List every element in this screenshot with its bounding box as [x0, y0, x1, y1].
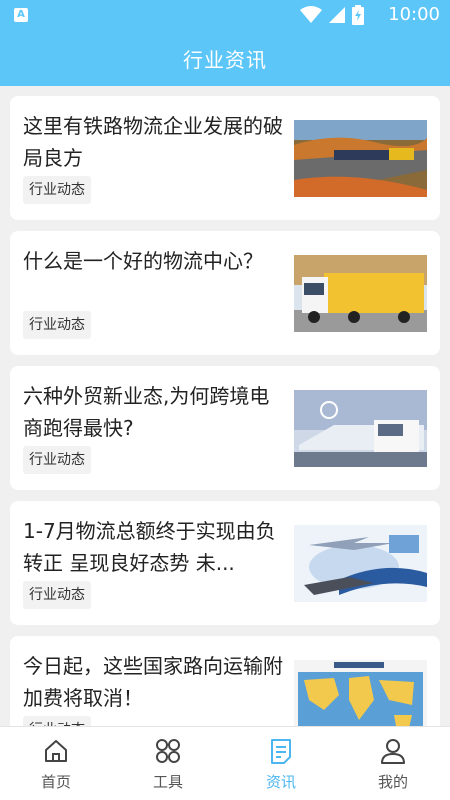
battery-icon: [352, 5, 364, 25]
news-icon: [271, 739, 291, 764]
news-card[interactable]: 这里有铁路物流企业发展的破局良方 行业动态: [10, 96, 440, 220]
news-title: 什么是一个好的物流中心？: [23, 249, 263, 273]
news-title: 今日起，这些国家路向运输附加费将取消！: [23, 654, 283, 710]
tab-home[interactable]: 首页: [0, 727, 112, 800]
train-thumbnail: [294, 120, 427, 197]
profile-icon: [381, 739, 405, 764]
tab-profile[interactable]: 我的: [337, 727, 449, 800]
signal-icon: [329, 7, 345, 23]
app-header: A 10:00 行业资讯: [0, 0, 450, 86]
transport-collage-thumbnail: [294, 525, 427, 602]
news-list[interactable]: 这里有铁路物流企业发展的破局良方 行业动态 什么是一个好的物流中心？ 行业动态 …: [0, 86, 450, 726]
news-title: 这里有铁路物流企业发展的破局良方: [23, 114, 283, 170]
news-title: 1-7月物流总额终于实现由负转正 呈现良好态势 未...: [23, 519, 276, 575]
news-card[interactable]: 1-7月物流总额终于实现由负转正 呈现良好态势 未... 行业动态: [10, 501, 440, 625]
home-icon: [45, 740, 67, 762]
truck-fleet-thumbnail: [294, 390, 427, 467]
tab-profile-label: 我的: [377, 773, 408, 791]
news-tag: 行业动态: [23, 176, 91, 204]
grid-icon: [156, 739, 180, 763]
news-tag: 行业动态: [23, 581, 91, 609]
tab-home-label: 首页: [40, 773, 71, 791]
news-tag: 行业动态: [23, 716, 91, 726]
bottom-tab-bar: 首页 工具 资讯 我的: [0, 726, 450, 800]
tab-tools-label: 工具: [152, 773, 183, 791]
page-title: 行业资讯: [183, 48, 267, 72]
news-card[interactable]: 什么是一个好的物流中心？ 行业动态: [10, 231, 440, 355]
wifi-icon: [300, 6, 322, 23]
truck-thumbnail: [294, 255, 427, 332]
status-bar: A 10:00: [0, 0, 450, 30]
news-title: 六种外贸新业态,为何跨境电商跑得最快?: [23, 384, 270, 440]
status-time: 10:00: [388, 4, 440, 25]
app-badge-icon: A: [14, 8, 28, 22]
news-tag: 行业动态: [23, 311, 91, 339]
tab-news[interactable]: 资讯: [225, 727, 337, 800]
news-card[interactable]: 今日起，这些国家路向运输附加费将取消！ 行业动态: [10, 636, 440, 726]
news-card[interactable]: 六种外贸新业态,为何跨境电商跑得最快? 行业动态: [10, 366, 440, 490]
news-tag: 行业动态: [23, 446, 91, 474]
tab-tools[interactable]: 工具: [112, 727, 224, 800]
world-map-thumbnail: [294, 660, 427, 726]
tab-news-label: 资讯: [265, 773, 296, 791]
